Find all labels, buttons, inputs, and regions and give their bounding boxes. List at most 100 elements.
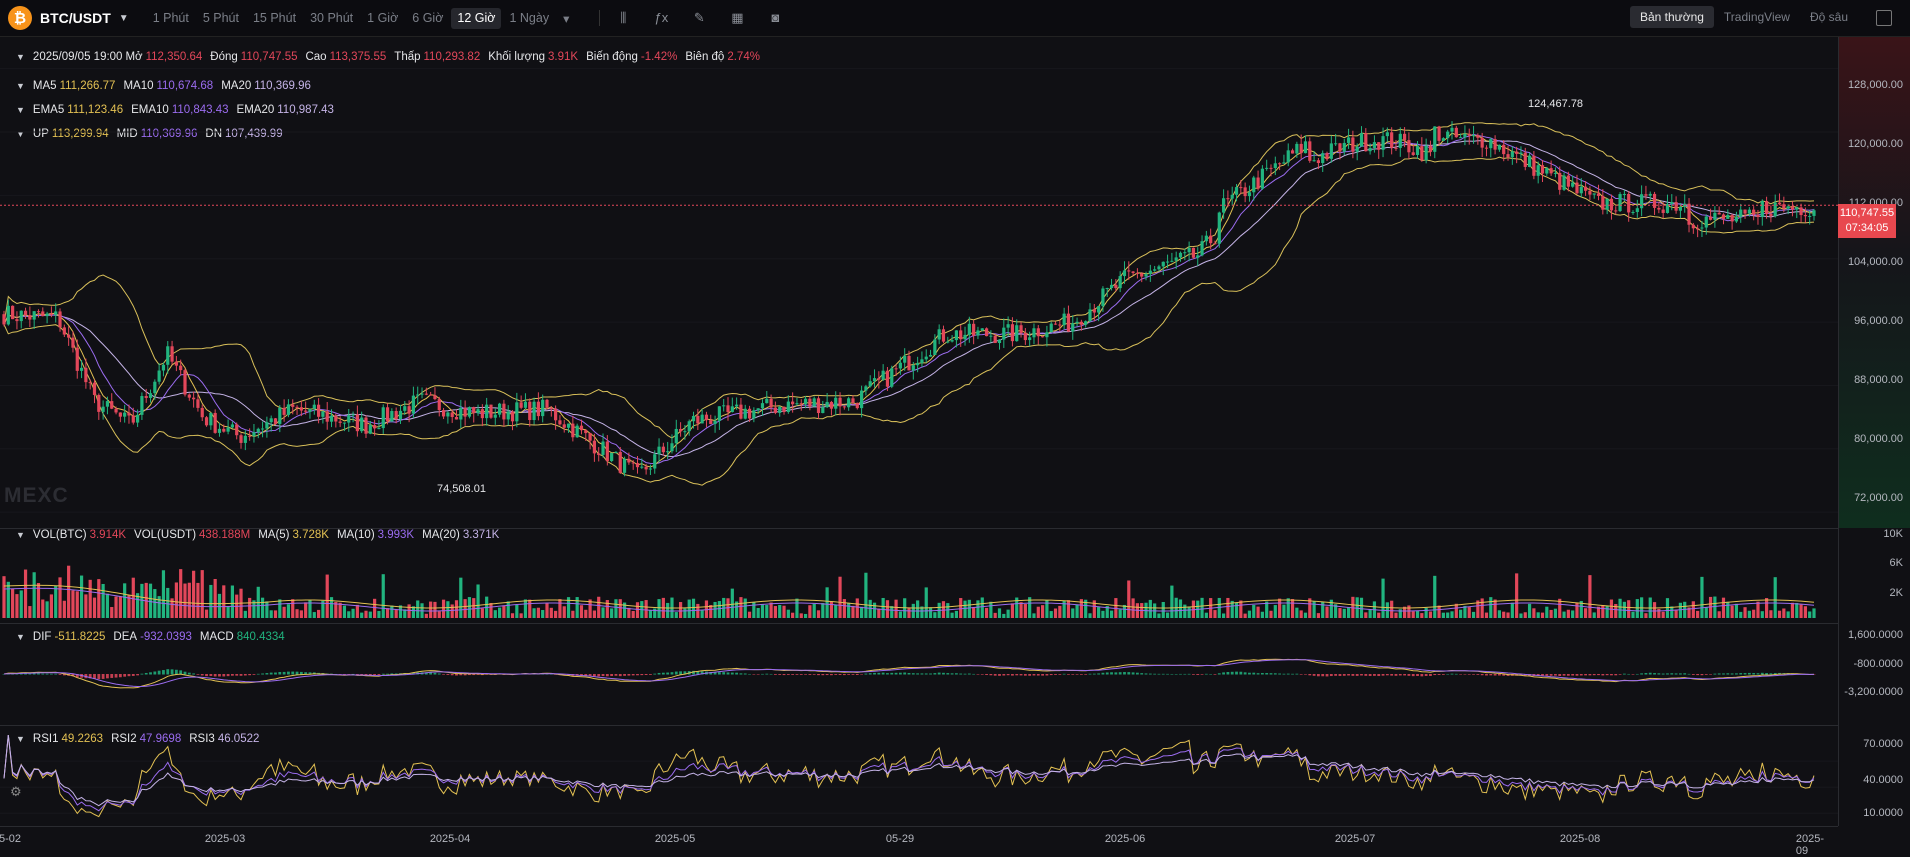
volume-axis[interactable]: 10K 6K 2K	[1838, 528, 1910, 623]
candle-body	[1484, 147, 1489, 149]
macd-histogram-bar	[1498, 674, 1501, 676]
volume-bar	[200, 570, 204, 618]
macd-histogram-bar	[1666, 673, 1669, 675]
volume-bar	[1721, 597, 1726, 618]
macd-histogram-bar	[1558, 674, 1562, 676]
volume-bar	[756, 607, 760, 618]
volume-bar	[123, 583, 127, 618]
candle-body	[1734, 216, 1739, 222]
macd-histogram-bar	[821, 674, 825, 676]
volume-bar	[282, 606, 286, 618]
candle-body	[1032, 328, 1036, 338]
macd-histogram-bar	[761, 673, 764, 675]
volume-bar	[1459, 609, 1463, 618]
macd-histogram-bar	[1243, 672, 1247, 675]
candle-body	[1790, 206, 1795, 210]
volume-bar	[1377, 612, 1381, 618]
macd-histogram-bar	[1075, 674, 1079, 675]
macd-histogram-bar	[791, 674, 795, 675]
macd-histogram-bar	[1545, 674, 1549, 676]
panel-divider[interactable]	[0, 623, 1838, 624]
candle-body	[1579, 186, 1583, 194]
volume-bar	[161, 570, 166, 618]
candle-body	[1536, 165, 1540, 176]
macd-axis[interactable]: 1,600.0000 -800.0000 -3,200.0000	[1838, 623, 1910, 725]
low-marker: 74,508.01	[437, 483, 486, 495]
candle-body	[868, 381, 872, 387]
candle-body	[1803, 215, 1807, 217]
volume-bar	[890, 606, 894, 618]
candle-body	[1303, 141, 1308, 154]
time-axis[interactable]: 5-02 2025-03 2025-04 2025-05 05-29 2025-06 202…	[0, 826, 1838, 857]
countdown: 07:34:05	[1845, 222, 1889, 234]
candle-body	[1631, 212, 1635, 214]
volume-bar	[674, 612, 678, 618]
fullscreen-icon[interactable]	[1876, 10, 1892, 26]
volume-bar	[1325, 606, 1329, 618]
candle-body	[1428, 145, 1433, 152]
rsi-axis[interactable]: 70.0000 40.0000 10.0000	[1838, 725, 1910, 826]
volume-bar	[1471, 611, 1476, 618]
macd-histogram-bar	[1614, 674, 1618, 676]
candle-body	[1700, 227, 1704, 229]
macd-histogram-bar	[812, 674, 816, 675]
candle-body	[58, 311, 62, 328]
candle-body	[1342, 142, 1346, 152]
macd-histogram-bar	[1174, 673, 1178, 675]
macd-histogram-bar	[106, 674, 109, 679]
volume-bar	[1338, 608, 1342, 618]
candle-body	[829, 401, 834, 409]
candle-body	[1092, 309, 1096, 313]
volume-bar	[773, 606, 778, 618]
candle-body	[1532, 155, 1536, 176]
volume-bar	[924, 587, 928, 618]
candle-body	[101, 406, 105, 412]
volume-bar	[325, 574, 329, 618]
candle-body	[1028, 337, 1032, 341]
volume-bar	[506, 601, 510, 618]
volume-bar	[1752, 609, 1756, 618]
volume-bar	[1265, 601, 1269, 618]
volume-bar	[575, 597, 579, 618]
settings-icon[interactable]: ⚙	[10, 784, 34, 806]
volume-bar	[1131, 598, 1135, 618]
macd-histogram-bar	[1635, 673, 1639, 675]
macd-histogram-bar	[1433, 674, 1437, 676]
volume-bar	[114, 596, 118, 618]
volume-bar	[1187, 606, 1191, 618]
candle-body	[316, 404, 321, 417]
macd-histogram-bar	[235, 674, 239, 676]
volume-bar	[1795, 602, 1799, 618]
macd-histogram-bar	[1002, 674, 1006, 676]
volume-bar	[11, 588, 15, 618]
macd-histogram-bar	[213, 674, 217, 677]
macd-histogram-bar	[730, 672, 734, 675]
candle-body	[510, 411, 515, 422]
macd-histogram-bar	[756, 674, 760, 675]
volume-bar	[1777, 610, 1782, 618]
volume-bar	[1122, 604, 1127, 618]
macd-histogram-bar	[1123, 672, 1126, 675]
candle-body	[1605, 198, 1609, 210]
price-axis[interactable]: 128,000.00 120,000.00 112,000.00 104,000.00…	[1838, 37, 1910, 528]
candle-body	[308, 408, 312, 412]
candle-body	[1527, 155, 1532, 167]
candle-body	[812, 398, 816, 407]
macd-histogram-bar	[1420, 674, 1424, 677]
macd-histogram-bar	[972, 673, 976, 675]
macd-histogram-bar	[1213, 674, 1217, 675]
candle-body	[1144, 273, 1148, 277]
panel-divider[interactable]	[0, 528, 1838, 529]
candle-body	[549, 407, 553, 409]
candle-body	[855, 402, 859, 409]
candle-body	[1334, 143, 1338, 145]
chart-canvas[interactable]	[0, 0, 1838, 826]
macd-histogram-bar	[97, 674, 101, 680]
macd-histogram-bar	[282, 671, 286, 675]
panel-divider[interactable]	[0, 725, 1838, 726]
volume-bar	[1484, 612, 1489, 618]
volume-bar	[648, 610, 653, 618]
volume-bar	[691, 598, 696, 618]
volume-bar	[226, 606, 230, 618]
macd-histogram-bar	[1610, 674, 1613, 676]
